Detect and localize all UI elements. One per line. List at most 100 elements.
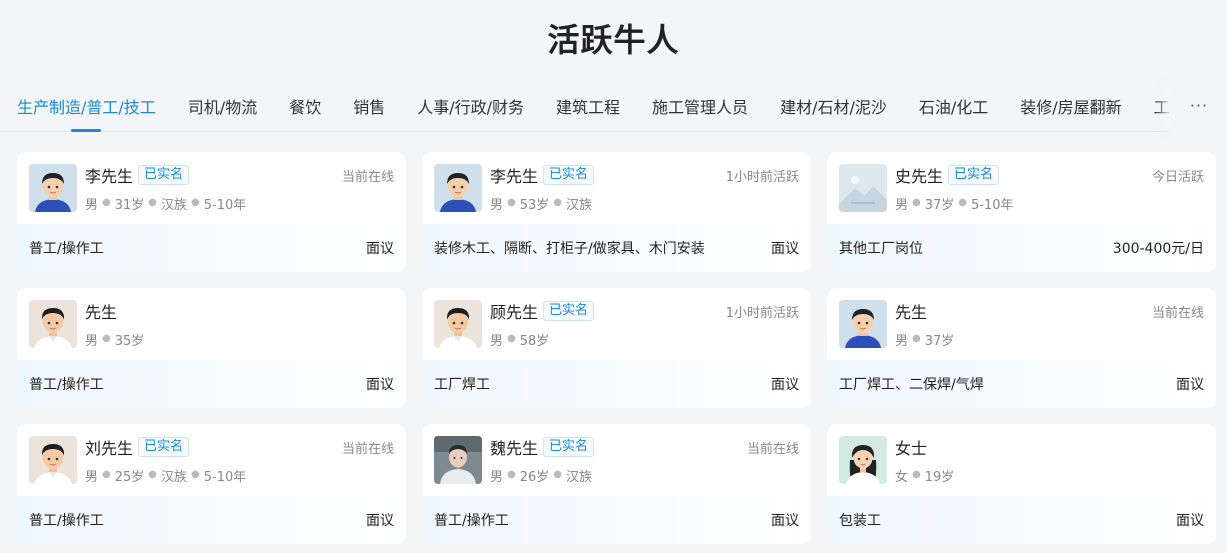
tab-2[interactable]: 餐饮 — [289, 84, 321, 132]
male-cartoon-blue-avatar — [434, 164, 482, 212]
candidate-name: 李先生 — [85, 167, 134, 186]
candidate-name: 刘先生 — [85, 439, 134, 458]
photo-avatar — [434, 436, 482, 484]
verified-badge: 已实名 — [543, 165, 595, 185]
separator-dot: ● — [148, 197, 158, 208]
candidate-name: 先生 — [85, 303, 118, 322]
job-row: 工厂焊工 面议 — [422, 360, 811, 408]
tab-4[interactable]: 人事/行政/财务 — [417, 84, 524, 132]
category-tabs: 生产制造/普工/技工 司机/物流 餐饮 销售 人事/行政/财务 建筑工程 施工管理人员 建材/… — [0, 84, 1227, 132]
candidate-card[interactable]: 魏先生 已实名 当前在线男 ● 26岁 ● 汉族普工/操作工 面议 — [422, 424, 811, 544]
job-row: 普工/操作工 面议 — [17, 360, 406, 408]
card-header: 史先生 已实名 今日活跃男 ● 37岁 ● 5-10年 — [827, 152, 1216, 224]
candidate-info: 女 ● 19岁 — [895, 466, 954, 485]
name-row: 李先生 已实名 — [490, 164, 595, 186]
salary: 面议 — [1176, 377, 1204, 393]
separator-dot: ● — [553, 469, 563, 480]
info-item: 汉族 — [566, 198, 593, 213]
salary: 面议 — [771, 377, 799, 393]
separator-dot: ● — [102, 333, 111, 344]
info-item: 男 — [85, 198, 99, 213]
tab-9[interactable]: 装修/房屋翻新 — [1020, 84, 1121, 132]
name-row: 女士 — [895, 436, 927, 458]
tab-10[interactable]: 工 — [1154, 84, 1170, 132]
verified-badge: 已实名 — [543, 437, 595, 457]
tab-3[interactable]: 销售 — [353, 84, 385, 132]
candidate-name: 先生 — [895, 303, 928, 322]
card-header: 李先生 已实名 1小时前活跃男 ● 53岁 ● 汉族 — [422, 152, 811, 224]
info-item: 汉族 — [161, 198, 188, 213]
name-row: 顾先生 已实名 — [490, 300, 595, 322]
candidate-info: 男 ● 35岁 — [85, 330, 144, 349]
tab-5[interactable]: 建筑工程 — [556, 84, 620, 132]
name-row: 先生 — [85, 300, 117, 322]
candidate-grid: 李先生 已实名 当前在线男 ● 31岁 ● 汉族 ● 5-10年 普工/操作工 面议 李先生 已实名 1小… — [17, 152, 1216, 544]
separator-dot: ● — [912, 469, 921, 480]
tab-0[interactable]: 生产制造/普工/技工 — [17, 84, 156, 132]
info-item: 女 — [895, 470, 909, 485]
separator-dot: ● — [912, 333, 921, 344]
separator-dot: ● — [507, 333, 516, 344]
info-item: 汉族 — [161, 470, 188, 485]
info-item: 53岁 — [519, 198, 550, 213]
job-row: 普工/操作工 面议 — [17, 224, 406, 272]
candidate-card[interactable]: 先生 当前在线男 ● 37岁 工厂焊工、二保焊/气焊 面议 — [827, 288, 1216, 408]
name-row: 李先生 已实名 — [85, 164, 190, 186]
candidate-card[interactable]: 女士女 ● 19岁 包装工 面议 — [827, 424, 1216, 544]
more-tabs-button[interactable]: ··· — [1171, 84, 1227, 132]
desired-job: 普工/操作工 — [434, 513, 509, 529]
male-cartoon-white-avatar — [434, 300, 482, 348]
candidate-info: 男 ● 31岁 ● 汉族 ● 5-10年 — [85, 194, 246, 213]
info-item: 19岁 — [924, 470, 955, 485]
separator-dot: ● — [507, 469, 516, 480]
salary: 面议 — [366, 241, 394, 257]
separator-dot: ● — [102, 197, 111, 208]
activity-status: 当前在线 — [1151, 306, 1204, 321]
desired-job: 普工/操作工 — [29, 377, 104, 393]
candidate-card[interactable]: 刘先生 已实名 当前在线男 ● 25岁 ● 汉族 ● 5-10年 普工/操作工 面议 — [17, 424, 406, 544]
info-item: 男 — [490, 334, 504, 349]
activity-status: 当前在线 — [746, 442, 799, 457]
verified-badge: 已实名 — [138, 437, 190, 457]
tab-7[interactable]: 建材/石材/泥沙 — [780, 84, 887, 132]
salary: 面议 — [771, 241, 799, 257]
activity-status: 当前在线 — [341, 170, 394, 185]
separator-dot: ● — [912, 197, 921, 208]
salary: 面议 — [771, 513, 799, 529]
card-header: 先生男 ● 35岁 — [17, 288, 406, 360]
separator-dot: ● — [958, 197, 968, 208]
tab-6[interactable]: 施工管理人员 — [652, 84, 748, 132]
tab-list: 生产制造/普工/技工 司机/物流 餐饮 销售 人事/行政/财务 建筑工程 施工管理人员 建材/… — [17, 84, 1171, 132]
info-item: 男 — [85, 334, 99, 349]
job-row: 其他工厂岗位 300-400元/日 — [827, 224, 1216, 272]
card-header: 顾先生 已实名 1小时前活跃男 ● 58岁 — [422, 288, 811, 360]
candidate-card[interactable]: 顾先生 已实名 1小时前活跃男 ● 58岁工厂焊工 面议 — [422, 288, 811, 408]
info-item: 5-10年 — [971, 198, 1014, 213]
card-header: 刘先生 已实名 当前在线男 ● 25岁 ● 汉族 ● 5-10年 — [17, 424, 406, 496]
page-title: 活跃牛人 — [547, 21, 680, 59]
tab-8[interactable]: 石油/化工 — [919, 84, 988, 132]
card-header: 女士女 ● 19岁 — [827, 424, 1216, 496]
card-header: 魏先生 已实名 当前在线男 ● 26岁 ● 汉族 — [422, 424, 811, 496]
candidate-card[interactable]: 李先生 已实名 1小时前活跃男 ● 53岁 ● 汉族 装修木工、隔断、打柜子/做家具、木门安装… — [422, 152, 811, 272]
job-row: 普工/操作工 面议 — [422, 496, 811, 544]
name-row: 先生 — [895, 300, 927, 322]
salary: 面议 — [366, 513, 394, 529]
candidate-card[interactable]: 史先生 已实名 今日活跃男 ● 37岁 ● 5-10年 其他工厂岗位 300-400元/日 — [827, 152, 1216, 272]
candidate-card[interactable]: 李先生 已实名 当前在线男 ● 31岁 ● 汉族 ● 5-10年普工/操作工 面议 — [17, 152, 406, 272]
candidate-info: 男 ● 37岁 ● 5-10年 — [895, 194, 1014, 213]
desired-job: 普工/操作工 — [29, 241, 104, 257]
tab-1[interactable]: 司机/物流 — [188, 84, 257, 132]
candidate-info: 男 ● 53岁 ● 汉族 — [490, 194, 592, 213]
job-row: 普工/操作工 面议 — [17, 496, 406, 544]
candidate-card[interactable]: 先生男 ● 35岁普工/操作工 面议 — [17, 288, 406, 408]
info-item: 25岁 — [114, 470, 145, 485]
male-cartoon-blue-avatar — [839, 300, 887, 348]
separator-dot: ● — [102, 469, 111, 480]
male-cartoon-white-avatar — [29, 436, 77, 484]
job-row: 装修木工、隔断、打柜子/做家具、木门安装 面议 — [422, 224, 811, 272]
activity-status: 1小时前活跃 — [725, 306, 799, 321]
name-row: 魏先生 已实名 — [490, 436, 595, 458]
candidate-info: 男 ● 26岁 ● 汉族 — [490, 466, 592, 485]
info-item: 58岁 — [519, 334, 550, 349]
